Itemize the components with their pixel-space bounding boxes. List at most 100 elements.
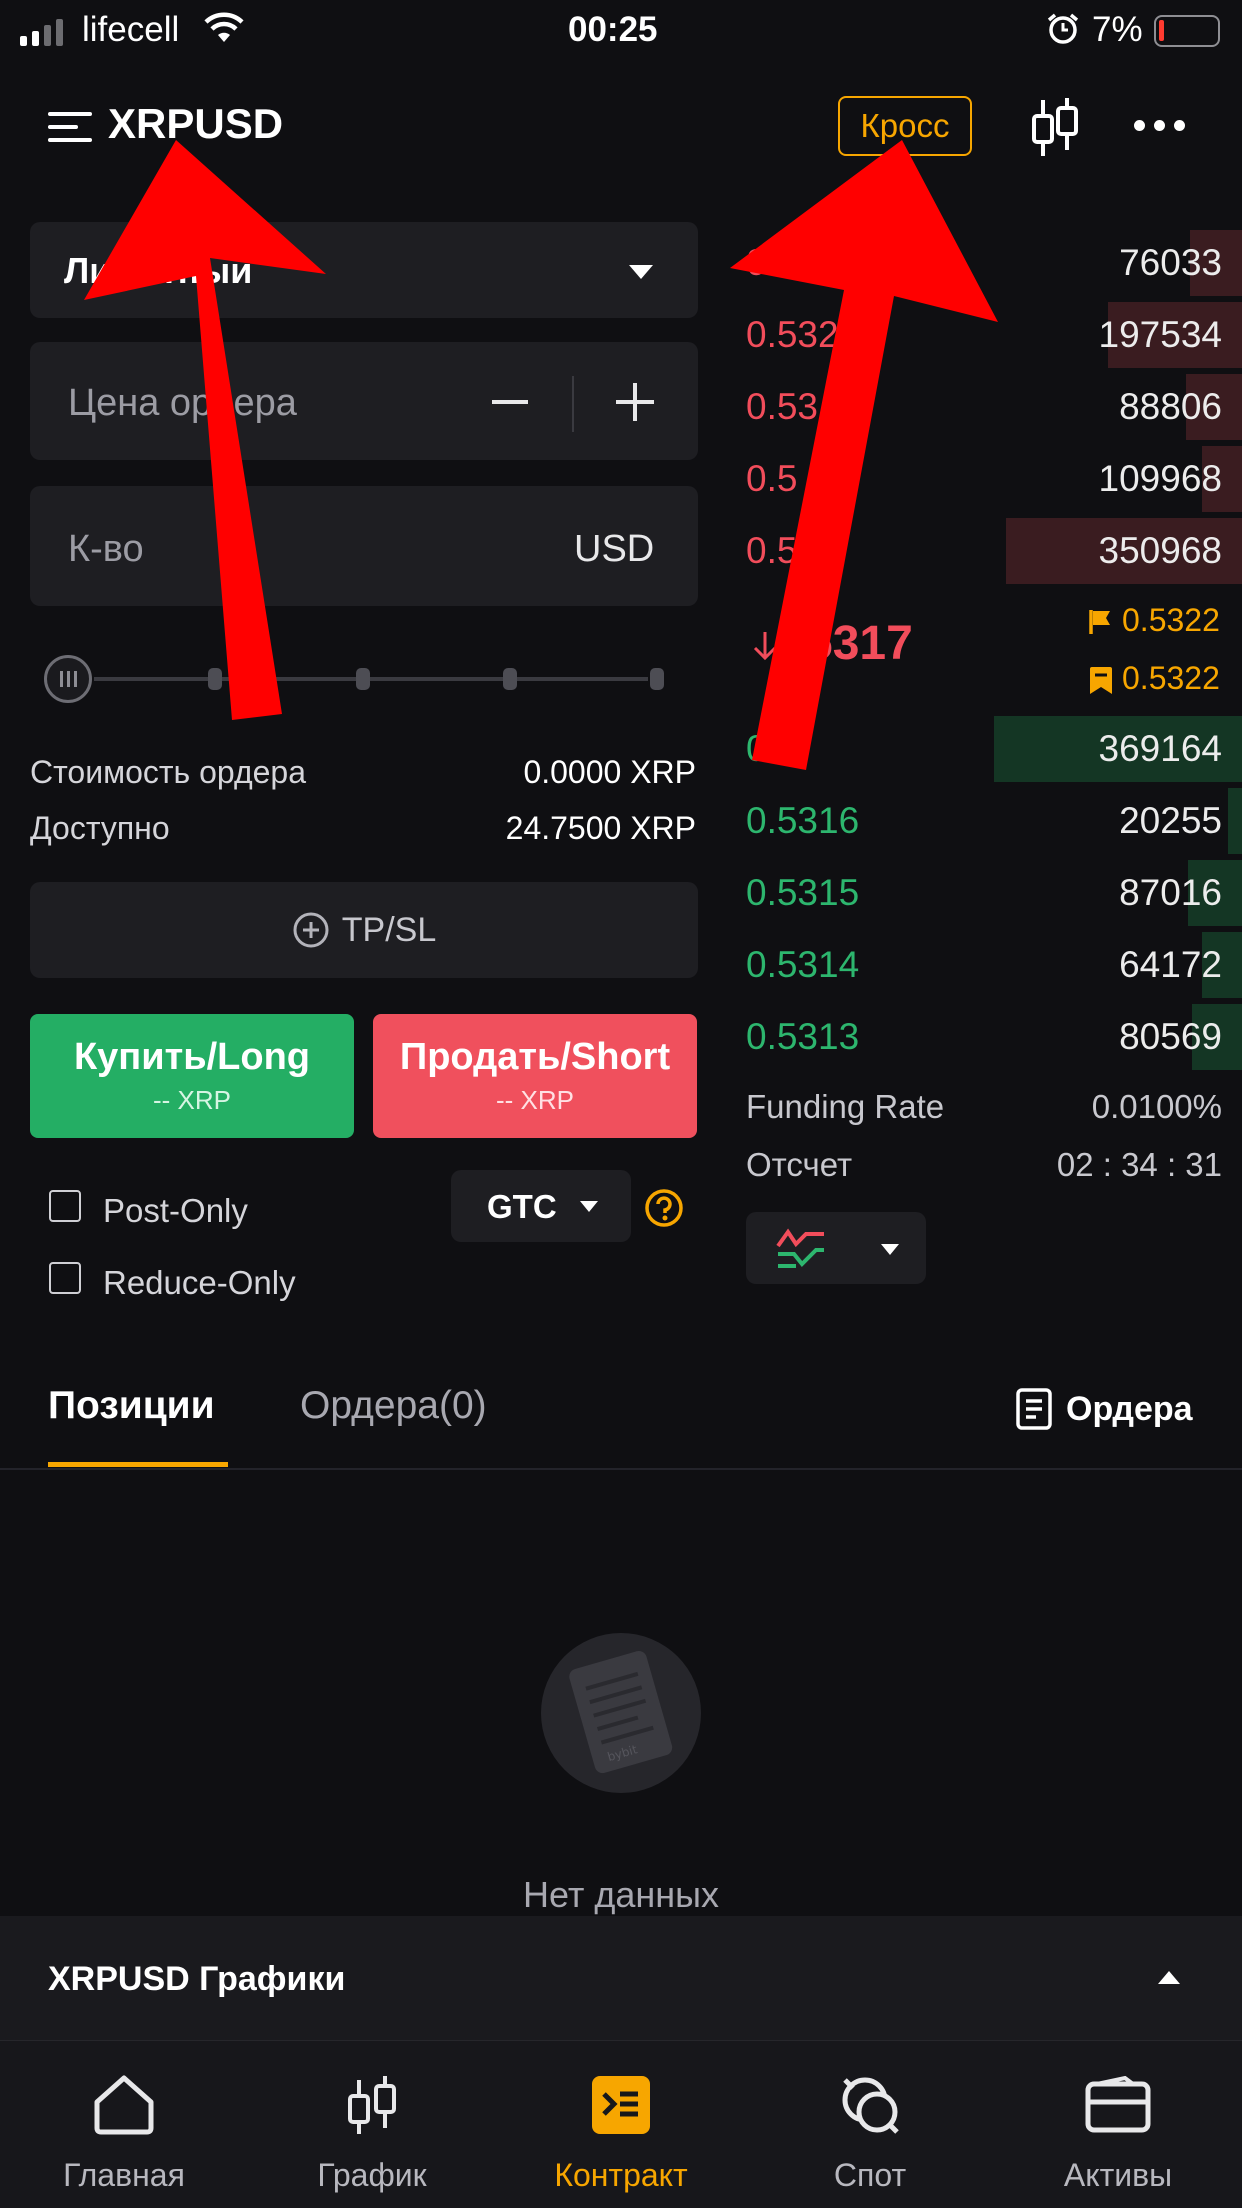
price-placeholder: Цена ордера: [68, 382, 297, 424]
order-type-label: Лимитный: [64, 250, 253, 291]
bid-row[interactable]: 0.5314 64172: [744, 928, 1242, 1000]
tif-label: GTC: [487, 1188, 557, 1225]
wifi-icon: [204, 12, 244, 42]
slider-handle[interactable]: [44, 655, 92, 703]
bid-row[interactable]: 0.5315 87016: [744, 856, 1242, 928]
ask-row[interactable]: 0.532 197534: [744, 298, 1242, 370]
ask-price: 0.5 8: [746, 530, 829, 571]
charts-label: XRPUSD Графики: [48, 1960, 346, 1998]
bid-row[interactable]: 0. 369164: [744, 712, 1242, 784]
qty-placeholder: К-во: [68, 528, 144, 570]
index-price-icon: [1090, 667, 1112, 694]
chevron-down-icon: [881, 1244, 899, 1255]
orderbook-view-icon: [776, 1228, 824, 1268]
bid-price: 0.5314: [746, 944, 860, 985]
ask-price: 0.53: [746, 386, 819, 427]
buy-sub: -- XRP: [153, 1085, 231, 1115]
bottom-nav: Главная График Контракт Спот Активы: [0, 2040, 1242, 2208]
ask-price: 0.532: [746, 314, 839, 355]
nav-home-label: Главная: [63, 2157, 185, 2193]
more-icon[interactable]: [1134, 120, 1185, 131]
bid-price: 0.: [746, 728, 777, 769]
symbol-title[interactable]: XRPUSD: [108, 100, 283, 148]
candlestick-icon: [348, 2076, 396, 2134]
last-price: 5317: [806, 617, 913, 670]
bid-price: 0.5316: [746, 800, 860, 841]
time-in-force-select[interactable]: GTC: [451, 1170, 631, 1242]
funding-rate-value: 0.0100%: [1091, 1088, 1222, 1125]
battery-percent: 7%: [1092, 10, 1143, 49]
chevron-up-icon[interactable]: [1157, 1970, 1181, 1985]
ask-qty: 76033: [1119, 242, 1222, 283]
nav-home[interactable]: Главная: [24, 2069, 224, 2194]
chevron-down-icon: [629, 265, 653, 279]
signal-icon: [20, 16, 63, 46]
contract-icon: [592, 2076, 650, 2134]
buy-long-button[interactable]: Купить/Long -- XRP: [30, 1014, 354, 1138]
nav-spot[interactable]: Спот: [770, 2069, 970, 2194]
add-circle-icon: [293, 912, 329, 948]
chart-icon[interactable]: [1030, 94, 1080, 160]
ask-price: 0.: [746, 242, 777, 283]
nav-contract[interactable]: Контракт: [521, 2069, 721, 2194]
ask-price: 0.5: [746, 458, 798, 499]
ask-row[interactable]: 0. 76033: [744, 226, 1242, 298]
post-only-label: Post-Only: [103, 1192, 248, 1229]
funding-rate-label: Funding Rate: [746, 1088, 945, 1125]
battery-icon: [1154, 15, 1220, 47]
ask-row[interactable]: 0.5 8 350968: [744, 514, 1242, 586]
nav-spot-label: Спот: [833, 2157, 907, 2193]
available-label: Доступно: [30, 810, 170, 846]
help-icon[interactable]: [644, 1188, 684, 1228]
bid-row[interactable]: 0.5316 20255: [744, 784, 1242, 856]
order-value: 0.0000 XRP: [523, 754, 696, 790]
active-tab-indicator: [48, 1462, 228, 1467]
flag-icon: [1089, 610, 1110, 634]
available-value: 24.7500 XRP: [505, 810, 696, 846]
ask-row[interactable]: 0.5 109968: [744, 442, 1242, 514]
bid-qty: 64172: [1119, 944, 1222, 985]
menu-icon[interactable]: [48, 112, 92, 142]
nav-chart[interactable]: График: [272, 2069, 472, 2194]
price-input[interactable]: Цена ордера: [30, 342, 698, 460]
tab-orders[interactable]: Ордера(0): [300, 1384, 487, 1428]
bid-price: 0.5313: [746, 1016, 860, 1057]
sell-short-button[interactable]: Продать/Short -- XRP: [373, 1014, 697, 1138]
ask-row[interactable]: 0.53 88806: [744, 370, 1242, 442]
reduce-only-checkbox[interactable]: [49, 1262, 81, 1294]
bid-row[interactable]: 0.5313 80569: [744, 1000, 1242, 1072]
empty-state-icon: bybit: [541, 1633, 701, 1793]
bid-qty: 20255: [1119, 800, 1222, 841]
nav-assets-label: Активы: [1063, 2157, 1173, 2193]
orders-link-label: Ордера: [1066, 1389, 1193, 1428]
bid-price: 0.5315: [746, 872, 860, 913]
arrow-down-icon: [753, 632, 777, 661]
index-price: 0.5322: [1122, 660, 1220, 696]
ask-qty: 88806: [1119, 386, 1222, 427]
qty-input[interactable]: К-во USD: [30, 486, 698, 606]
tpsl-button[interactable]: TP/SL: [30, 882, 698, 978]
countdown-label: Отсчет: [746, 1146, 853, 1183]
minus-icon[interactable]: [492, 400, 528, 404]
margin-mode-button[interactable]: Кросс: [838, 96, 972, 156]
carrier-label: lifecell: [82, 10, 180, 49]
status-bar: lifecell 00:25 7%: [0, 0, 1242, 62]
clock: 00:25: [568, 10, 658, 49]
bid-qty: 87016: [1119, 872, 1222, 913]
chevron-down-icon: [580, 1201, 598, 1212]
buy-label: Купить/Long: [73, 1036, 310, 1078]
tab-positions[interactable]: Позиции: [48, 1384, 215, 1428]
order-type-select[interactable]: Лимитный: [30, 222, 698, 318]
document-icon: [1016, 1388, 1052, 1430]
orders-link[interactable]: Ордера: [1016, 1388, 1193, 1430]
orderbook-view-select[interactable]: [746, 1212, 926, 1284]
mark-price: 0.5322: [1122, 602, 1220, 638]
charts-panel-header[interactable]: XRPUSD Графики: [0, 1916, 1242, 2040]
depth-bar: [1228, 788, 1242, 854]
bid-qty: 369164: [1098, 728, 1222, 769]
nav-assets[interactable]: Активы: [1018, 2069, 1218, 2194]
ask-qty: 197534: [1098, 314, 1222, 355]
qty-unit: USD: [574, 528, 655, 570]
post-only-checkbox[interactable]: [49, 1190, 81, 1222]
nav-chart-label: График: [317, 2157, 427, 2193]
